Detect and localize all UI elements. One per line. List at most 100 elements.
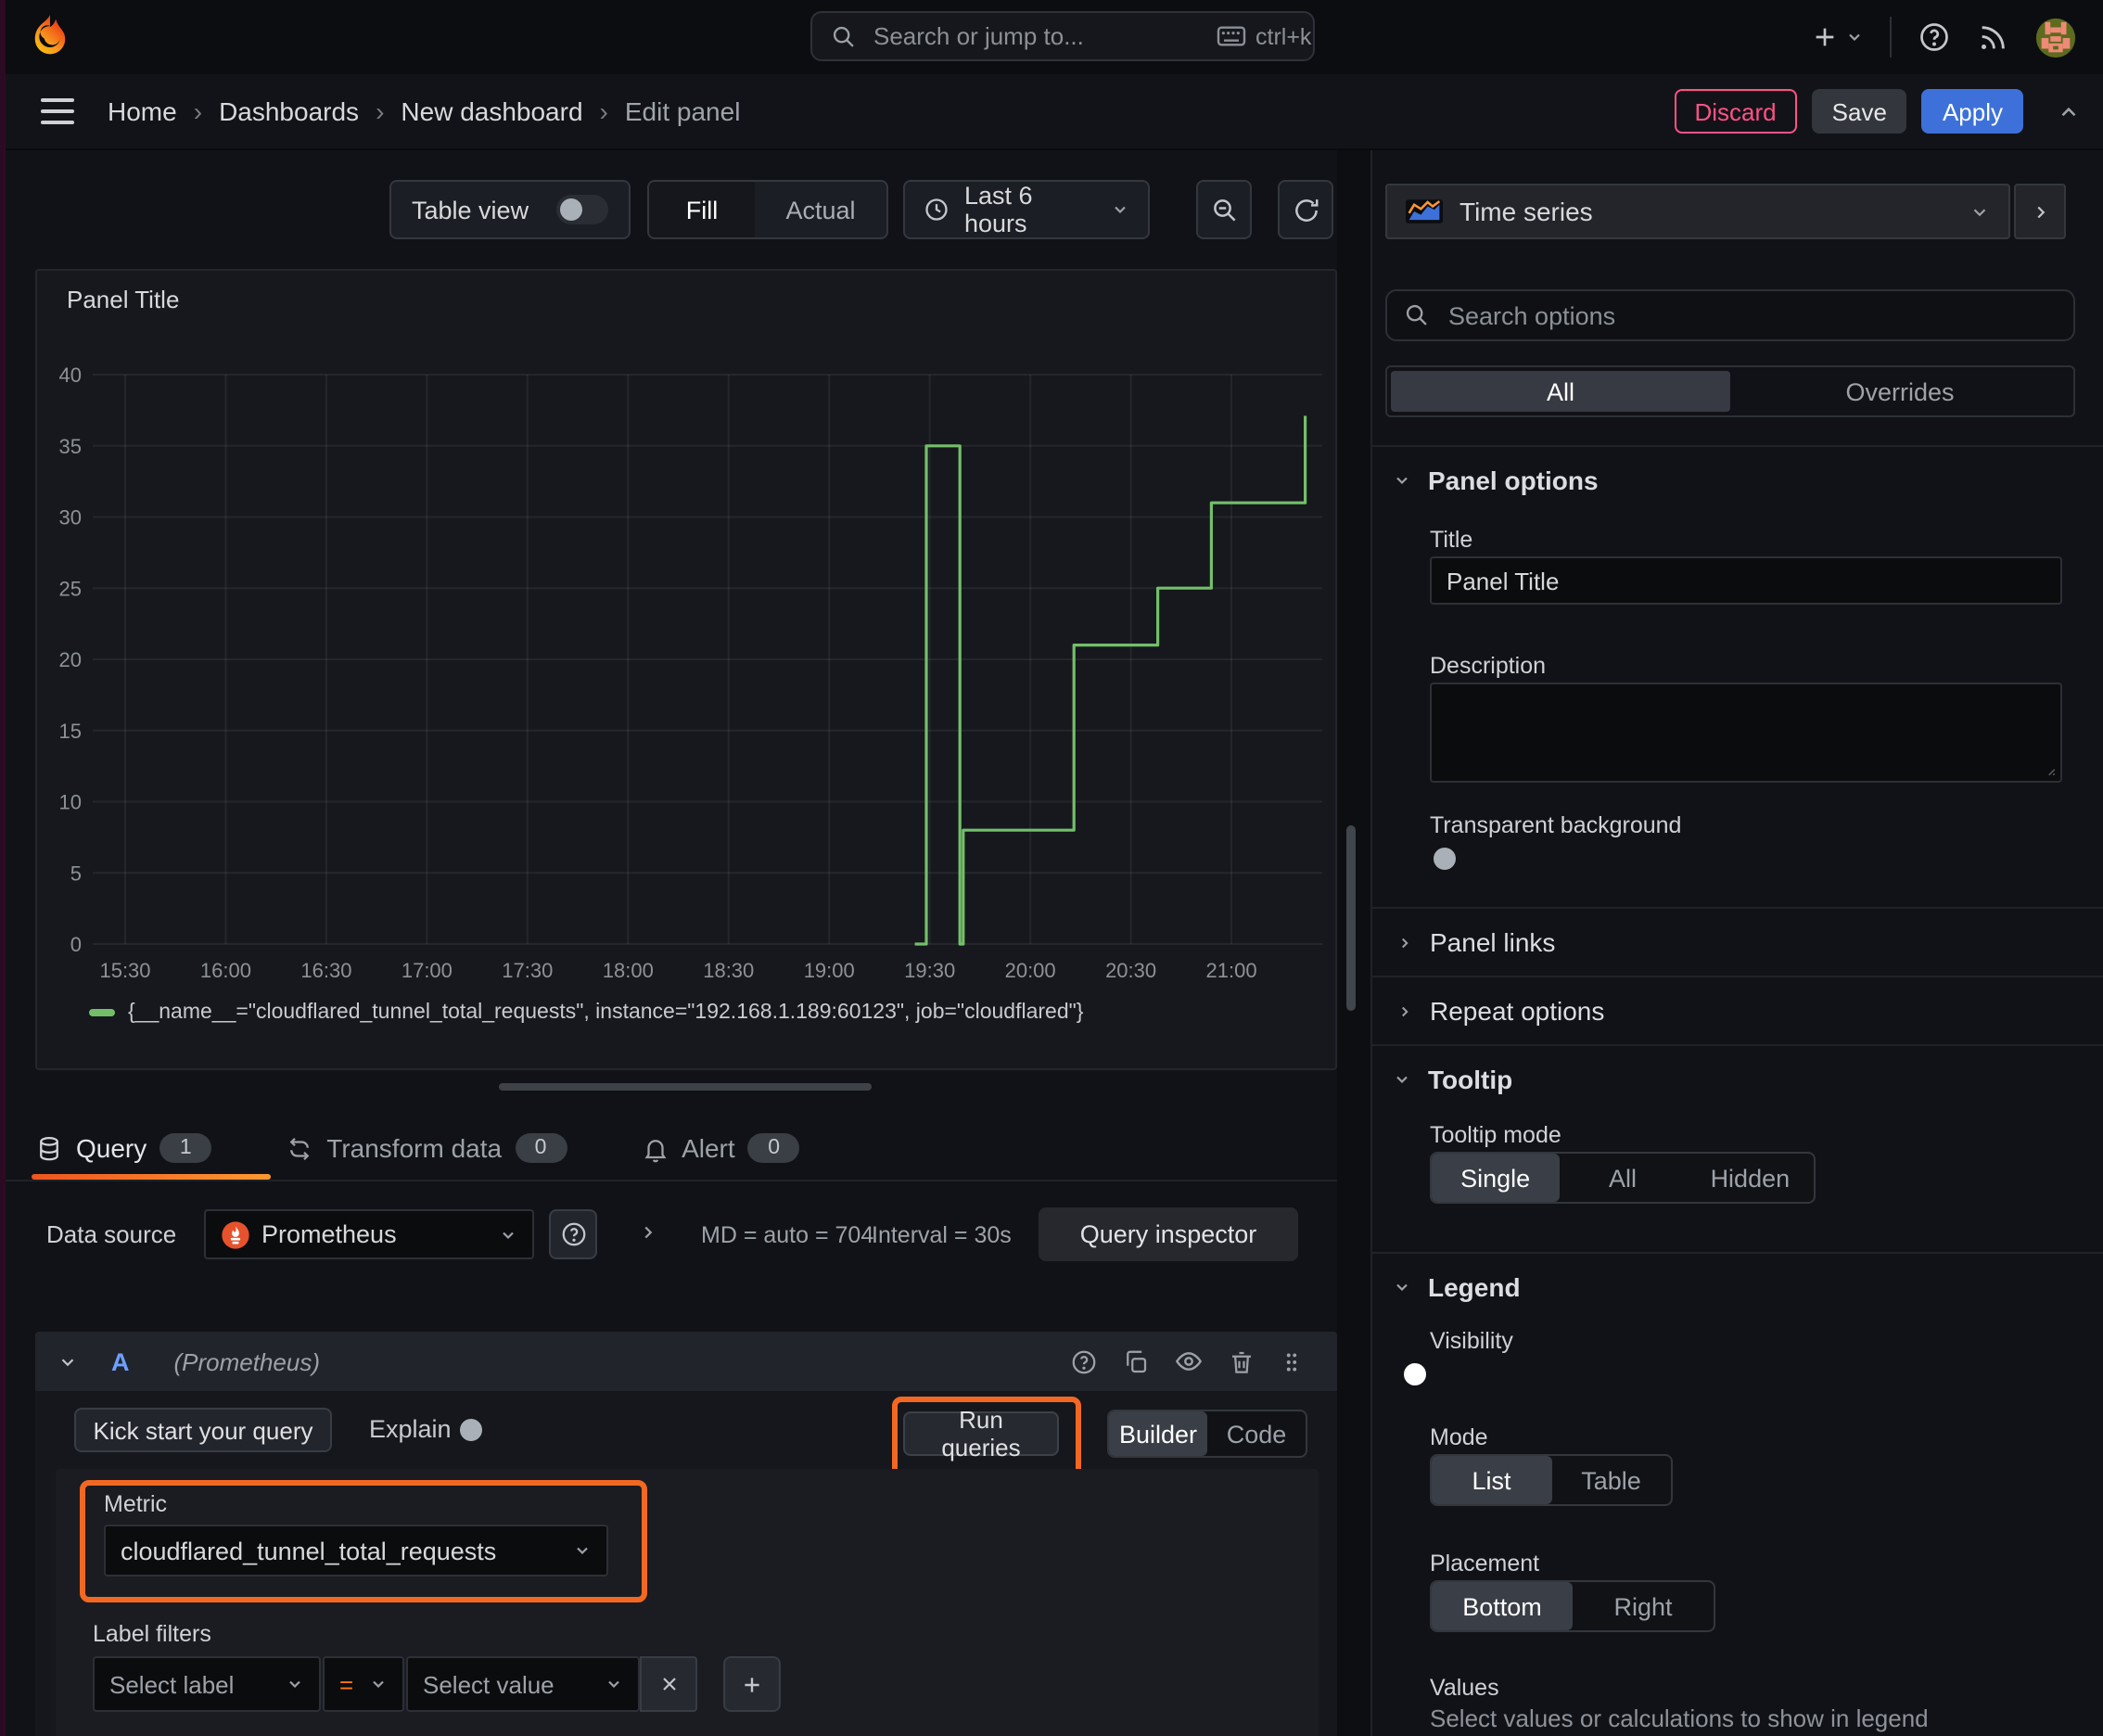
tab-transform-label: Transform data (326, 1133, 503, 1163)
save-button[interactable]: Save (1811, 89, 1907, 134)
legend-item[interactable]: {__name__="cloudflared_tunnel_total_requ… (89, 1002, 1083, 1024)
legend-header[interactable]: Legend (1393, 1272, 1521, 1302)
tooltip-single-option[interactable]: Single (1432, 1154, 1560, 1202)
divider (1372, 1252, 2103, 1254)
options-search[interactable] (1385, 289, 2075, 341)
horizontal-scrollbar[interactable] (499, 1083, 872, 1091)
search-input[interactable] (870, 20, 1204, 52)
datasource-label: Data source (46, 1220, 177, 1248)
svg-text:30: 30 (59, 506, 82, 530)
repeat-options-section[interactable]: Repeat options (1396, 996, 1604, 1026)
editor-tabs: Query 1 Transform data 0 Alert 0 (0, 1117, 1337, 1180)
news-rss-icon[interactable] (1977, 21, 2008, 53)
breadcrumb-dashboards[interactable]: Dashboards (219, 96, 359, 126)
panel-links-section[interactable]: Panel links (1396, 927, 1555, 957)
add-menu-button[interactable] (1810, 22, 1864, 52)
table-view-toggle[interactable] (556, 195, 608, 224)
tab-all[interactable]: All (1391, 371, 1730, 412)
grafana-logo-icon[interactable] (26, 13, 74, 61)
kick-start-query-button[interactable]: Kick start your query (74, 1408, 332, 1452)
visualization-picker[interactable]: Time series (1385, 184, 2010, 239)
help-icon[interactable] (1070, 1347, 1098, 1375)
code-option[interactable]: Code (1207, 1411, 1306, 1456)
chevron-down-icon (1396, 1076, 1408, 1084)
global-search[interactable]: ctrl+k (810, 11, 1315, 61)
operator-dropdown[interactable]: = (323, 1656, 404, 1712)
breadcrumb-edit-panel: Edit panel (624, 96, 741, 126)
breadcrumb-new-dashboard[interactable]: New dashboard (401, 96, 582, 126)
svg-text:20: 20 (59, 648, 82, 671)
datasource-picker[interactable]: Prometheus (204, 1209, 534, 1259)
builder-option[interactable]: Builder (1109, 1411, 1207, 1456)
tooltip-hidden-option[interactable]: Hidden (1687, 1154, 1814, 1202)
panel-title-input[interactable] (1430, 556, 2062, 605)
legend-list-option[interactable]: List (1432, 1456, 1551, 1504)
tooltip-header[interactable]: Tooltip (1393, 1065, 1512, 1094)
interval-stat: Interval = 30s (872, 1222, 1012, 1248)
vertical-scrollbar[interactable] (1346, 825, 1356, 1011)
chevron-down-icon (286, 1675, 304, 1693)
actual-option[interactable]: Actual (755, 182, 886, 237)
metric-value: cloudflared_tunnel_total_requests (121, 1537, 497, 1564)
duplicate-icon[interactable] (1122, 1347, 1150, 1375)
options-filter-tabs: All Overrides (1385, 365, 2075, 417)
refresh-button[interactable] (1278, 180, 1333, 239)
add-filter-button[interactable] (723, 1656, 781, 1712)
query-row-header[interactable]: A (Prometheus) (35, 1332, 1337, 1391)
user-avatar[interactable] (2034, 16, 2077, 58)
description-textarea[interactable] (1430, 683, 2062, 783)
trash-icon[interactable] (1228, 1347, 1255, 1375)
tooltip-all-option[interactable]: All (1559, 1154, 1686, 1202)
chevron-down-icon (1396, 477, 1408, 485)
legend-label: Legend (1428, 1272, 1521, 1302)
eye-icon[interactable] (1174, 1347, 1204, 1376)
tab-alert[interactable]: Alert 0 (615, 1117, 826, 1180)
select-label-dropdown[interactable]: Select label (93, 1656, 321, 1712)
run-queries-button[interactable]: Run queries (903, 1406, 1059, 1462)
zoom-out-button[interactable] (1196, 180, 1252, 239)
menu-toggle-icon[interactable] (41, 97, 74, 125)
datasource-row: Data source Prometheus MD = auto = 704 I… (0, 1204, 1337, 1267)
panel-options-header[interactable]: Panel options (1393, 466, 1599, 495)
panel-title[interactable]: Panel Title (67, 286, 179, 313)
timeseries-chart[interactable]: 0 5 10 15 20 25 30 35 40 15:30 16:00 16:30 17:00 17:3… (37, 271, 1335, 1068)
divider (1372, 445, 2103, 447)
visualization-value: Time series (1459, 197, 1593, 226)
collapse-chevron-down-icon[interactable] (57, 1351, 78, 1372)
options-search-input[interactable] (1445, 300, 2057, 331)
tab-query[interactable]: Query 1 (0, 1117, 237, 1180)
query-inspector-button[interactable]: Query inspector (1039, 1207, 1298, 1261)
placement-bottom-option[interactable]: Bottom (1432, 1582, 1573, 1630)
toolbar-divider (1890, 17, 1892, 57)
operator-value: = (339, 1670, 354, 1698)
svg-text:17:00: 17:00 (401, 959, 452, 982)
apply-button[interactable]: Apply (1921, 89, 2023, 134)
discard-button[interactable]: Discard (1674, 89, 1797, 134)
help-icon[interactable] (1918, 20, 1951, 54)
window-edge (0, 0, 6, 1736)
breadcrumb: Home › Dashboards › New dashboard › Edit… (108, 96, 740, 126)
fill-option[interactable]: Fill (649, 182, 755, 237)
resize-handle-icon[interactable] (2040, 760, 2057, 777)
legend-table-option[interactable]: Table (1551, 1456, 1671, 1504)
breadcrumb-home[interactable]: Home (108, 96, 177, 126)
chevron-right-icon: › (376, 96, 385, 126)
expand-chevron-right-icon[interactable] (638, 1222, 658, 1243)
time-range-picker[interactable]: Last 6 hours (903, 180, 1150, 239)
drag-handle-icon[interactable] (1280, 1347, 1304, 1375)
select-value-dropdown[interactable]: Select value (406, 1656, 640, 1712)
metric-label: Metric (104, 1491, 168, 1517)
divider (1372, 907, 2103, 909)
tab-transform-data[interactable]: Transform data 0 (260, 1117, 593, 1180)
collapse-chevron-up-icon[interactable] (2057, 99, 2081, 123)
top-bar: ctrl+k (0, 0, 2103, 74)
collapse-sidebar-button[interactable] (2014, 184, 2066, 239)
remove-filter-button[interactable] (640, 1656, 697, 1712)
edit-pane: Table view Fill Actual Last 6 hours 0 5 … (0, 150, 1337, 1736)
transform-icon (286, 1134, 313, 1162)
svg-text:10: 10 (59, 791, 82, 814)
metric-select[interactable]: cloudflared_tunnel_total_requests (104, 1525, 608, 1576)
placement-right-option[interactable]: Right (1573, 1582, 1714, 1630)
tab-overrides[interactable]: Overrides (1730, 371, 2070, 412)
datasource-help-button[interactable] (549, 1209, 597, 1259)
